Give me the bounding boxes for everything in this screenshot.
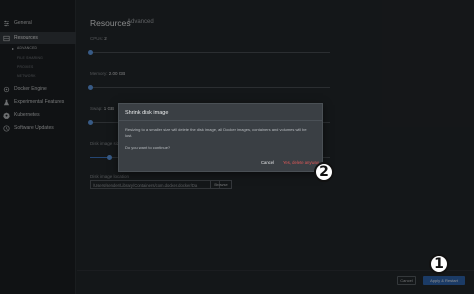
dialog-cancel-button[interactable]: Cancel xyxy=(261,160,274,165)
dialog-delete-button[interactable]: Yes, delete anyway xyxy=(283,160,319,165)
step-marker-1: 1 xyxy=(429,254,449,274)
dialog-message: Resizing to a smaller size will delete t… xyxy=(125,127,307,138)
shrink-disk-dialog: Shrink disk image Resizing to a smaller … xyxy=(118,103,323,172)
step-marker-2: 2 xyxy=(314,162,334,182)
dialog-question: Do you want to continue? xyxy=(125,145,171,150)
dialog-title: Shrink disk image xyxy=(119,104,322,121)
